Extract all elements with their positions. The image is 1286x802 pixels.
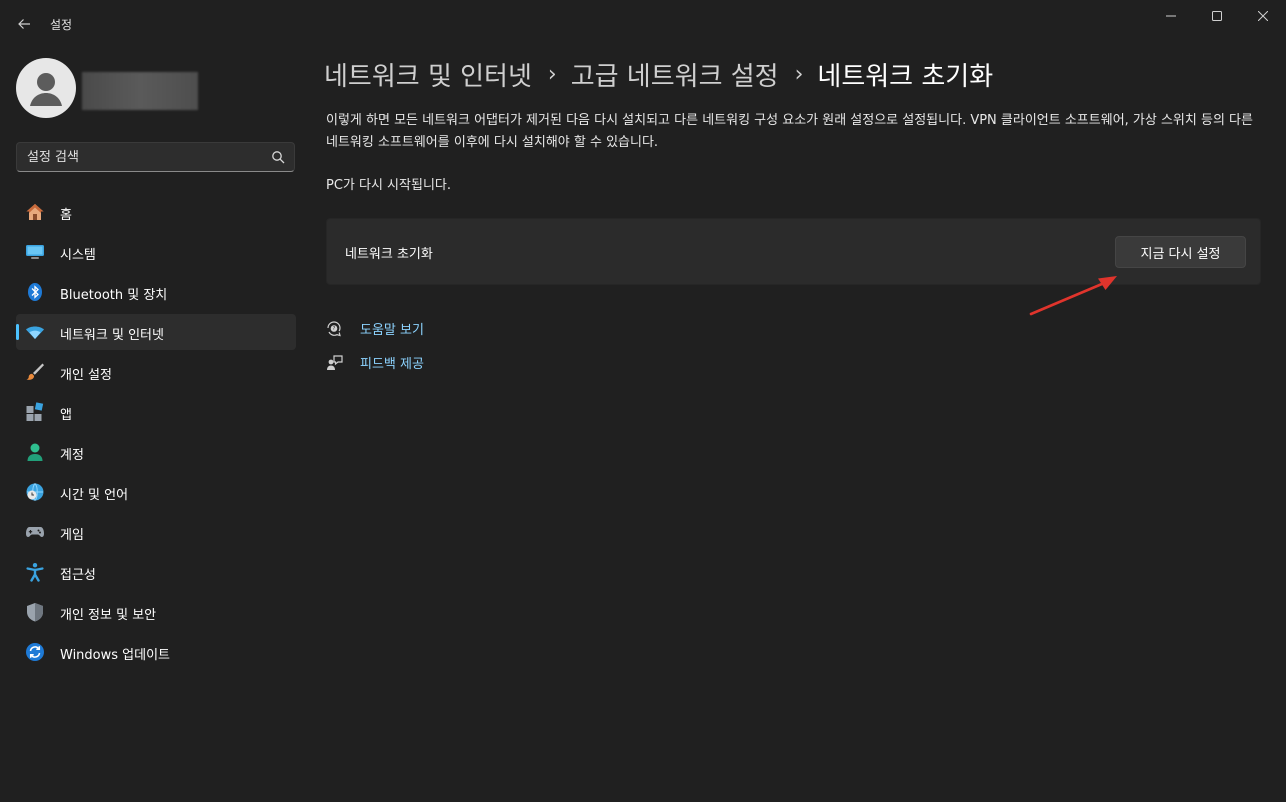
globe-clock-icon	[26, 483, 44, 501]
chevron-right-icon: ›	[794, 62, 804, 87]
avatar[interactable]	[16, 58, 76, 118]
sidebar-item-network[interactable]: 네트워크 및 인터넷	[16, 314, 296, 350]
refresh-icon	[26, 643, 44, 661]
annotation-arrow-icon	[1029, 276, 1117, 316]
close-icon	[1258, 11, 1268, 21]
sidebar-item-label: 네트워크 및 인터넷	[60, 328, 164, 343]
give-feedback-label[interactable]: 피드백 제공	[360, 353, 424, 372]
sidebar-item-label: 시간 및 언어	[60, 488, 129, 503]
sidebar-item-time-language[interactable]: 시간 및 언어	[16, 474, 296, 510]
sidebar-item-windows-update[interactable]: Windows 업데이트	[16, 634, 296, 670]
get-help-label[interactable]: 도움말 보기	[360, 319, 424, 338]
network-reset-label: 네트워크 초기화	[345, 247, 433, 262]
search-icon[interactable]	[271, 150, 285, 164]
sidebar: 홈 시스템 Bluetooth 및 장치 네트워크 및 인터넷	[0, 46, 310, 802]
title-bar: 설정	[0, 0, 1286, 46]
sidebar-item-accounts[interactable]: 계정	[16, 434, 296, 470]
sidebar-item-home[interactable]: 홈	[16, 194, 296, 230]
feedback-icon	[327, 354, 343, 370]
minimize-button[interactable]	[1148, 0, 1194, 32]
sidebar-item-label: Bluetooth 및 장치	[60, 288, 168, 303]
breadcrumb-item-advanced-network[interactable]: 고급 네트워크 설정	[571, 56, 779, 93]
sidebar-item-label: 앱	[60, 408, 72, 423]
app-title: 설정	[50, 18, 73, 32]
search-input[interactable]	[27, 148, 257, 166]
wifi-icon	[26, 326, 44, 339]
sidebar-item-privacy-security[interactable]: 개인 정보 및 보안	[16, 594, 296, 630]
sidebar-item-label: 게임	[60, 528, 84, 543]
breadcrumb-item-network-internet[interactable]: 네트워크 및 인터넷	[324, 56, 532, 93]
sidebar-item-accessibility[interactable]: 접근성	[16, 554, 296, 590]
close-button[interactable]	[1240, 0, 1286, 32]
chevron-right-icon: ›	[547, 62, 557, 87]
shield-icon	[27, 603, 43, 622]
svg-text:?: ?	[333, 326, 336, 332]
maximize-icon	[1212, 11, 1222, 21]
restart-note: PC가 다시 시작됩니다.	[326, 178, 451, 193]
sidebar-item-label: 홈	[60, 208, 72, 223]
sidebar-item-label: 개인 설정	[60, 368, 112, 383]
bluetooth-icon	[28, 283, 42, 301]
settings-search[interactable]	[16, 142, 295, 172]
sidebar-item-label: 계정	[60, 448, 84, 463]
help-icon: ?	[327, 320, 341, 336]
sidebar-item-system[interactable]: 시스템	[16, 234, 296, 270]
minimize-icon	[1166, 15, 1176, 17]
network-reset-card: 네트워크 초기화 지금 다시 설정	[326, 218, 1261, 285]
get-help-link[interactable]: ? 도움말 보기	[326, 319, 424, 338]
sidebar-item-label: Windows 업데이트	[60, 648, 171, 663]
username-redacted	[82, 72, 198, 110]
sidebar-item-personalization[interactable]: 개인 설정	[16, 354, 296, 390]
person-avatar-icon	[30, 73, 62, 106]
maximize-button[interactable]	[1194, 0, 1240, 32]
sidebar-item-label: 시스템	[60, 248, 96, 263]
reset-now-button[interactable]: 지금 다시 설정	[1115, 236, 1246, 268]
paintbrush-icon	[26, 363, 44, 380]
back-button[interactable]	[12, 12, 36, 36]
sidebar-item-label: 접근성	[60, 568, 96, 583]
give-feedback-link[interactable]: 피드백 제공	[326, 353, 424, 372]
home-icon	[26, 204, 44, 220]
sidebar-item-apps[interactable]: 앱	[16, 394, 296, 430]
gamepad-icon	[26, 527, 44, 537]
arrow-left-icon	[18, 19, 30, 29]
apps-icon	[26, 402, 44, 421]
page-title: 네트워크 초기화	[817, 62, 994, 92]
accessibility-icon	[26, 563, 44, 582]
person-icon	[27, 443, 43, 461]
breadcrumb: 네트워크 및 인터넷 › 고급 네트워크 설정 › 네트워크 초기화	[324, 56, 993, 93]
sidebar-item-bluetooth[interactable]: Bluetooth 및 장치	[16, 274, 296, 310]
monitor-icon	[26, 245, 44, 259]
sidebar-item-gaming[interactable]: 게임	[16, 514, 296, 550]
reset-description: 이렇게 하면 모든 네트워크 어댑터가 제거된 다음 다시 설치되고 다른 네트…	[326, 113, 1253, 150]
sidebar-item-label: 개인 정보 및 보안	[60, 608, 157, 623]
sidebar-nav: 홈 시스템 Bluetooth 및 장치 네트워크 및 인터넷 개인 설정 앱 …	[16, 194, 296, 674]
